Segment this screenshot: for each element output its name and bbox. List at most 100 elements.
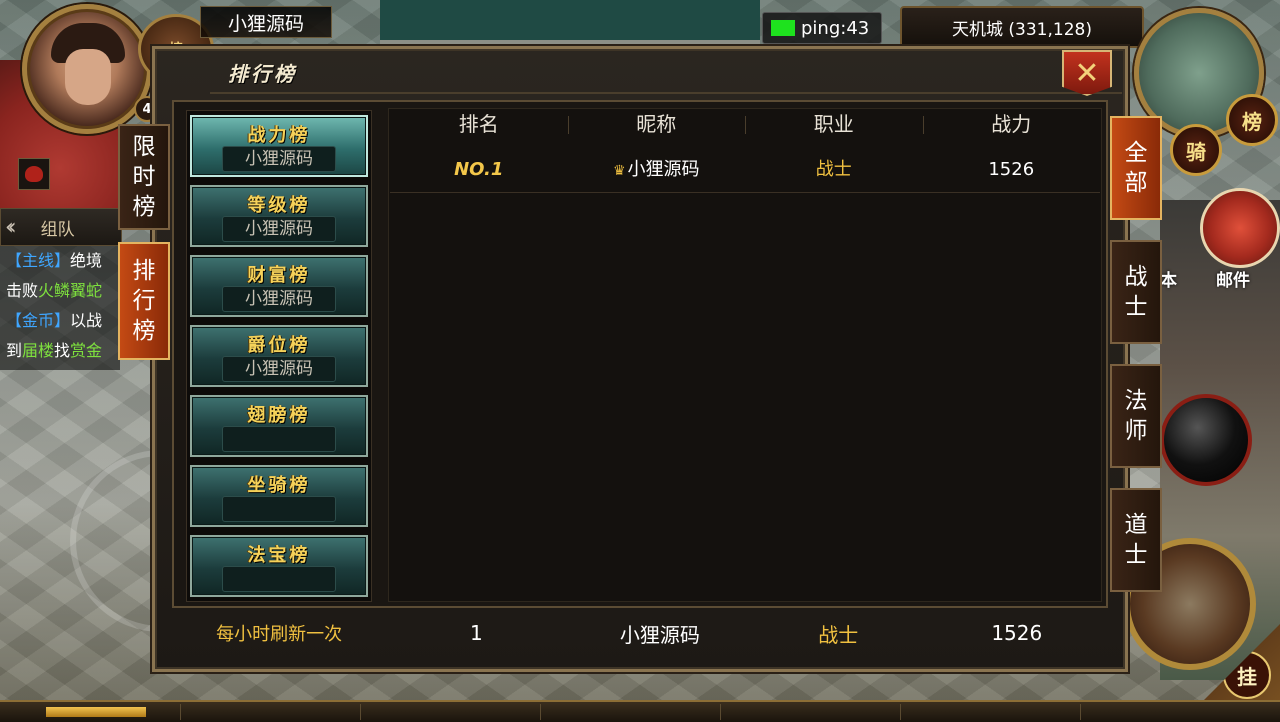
table-header: 排名 昵称 职业 战力 [390, 108, 1100, 140]
chat-line: 到届楼找赏金 [6, 336, 120, 366]
tab-class-warrior[interactable]: 战 士 [1110, 240, 1162, 344]
category-title: 战力榜 [247, 125, 311, 146]
bar-segment [180, 704, 181, 720]
team-label: 组队 [40, 219, 75, 240]
chat-tag: 【主线】 [6, 251, 71, 270]
tab-char: 法 [1124, 388, 1148, 414]
tab-char: 士 [1124, 294, 1148, 320]
mail-icon[interactable] [1200, 188, 1280, 268]
window-title: 排行榜 [228, 62, 297, 86]
my-rank: 1 [470, 621, 483, 645]
class-cell: 战士 [815, 159, 852, 180]
header-rank: 排名 [458, 112, 499, 136]
my-ranking-row: 每小时刷新一次 1 小狸源码 战士 1526 [176, 614, 1106, 652]
tab-char: 限 [132, 134, 156, 160]
tab-char: 排 [132, 258, 156, 284]
tab-class-taoist[interactable]: 道 士 [1110, 488, 1162, 592]
category-leader: 小狸源码 [222, 356, 336, 382]
chat-line: 【主线】绝境 [6, 246, 120, 276]
name-cell: ♛ 小狸源码 [568, 148, 746, 192]
ping-text: ping:43 [801, 17, 870, 39]
my-power: 1526 [991, 621, 1043, 645]
category-title: 翅膀榜 [247, 405, 311, 426]
category-treasure[interactable]: 法宝榜 [190, 535, 368, 597]
skill-orb-button[interactable] [1160, 394, 1252, 486]
bar-segment [360, 704, 361, 720]
bar-segment [540, 704, 541, 720]
instance-label: 本 [1160, 271, 1177, 291]
player-portrait[interactable] [22, 4, 152, 134]
water-pool [380, 0, 760, 44]
player-nickname: 小狸源码 [627, 159, 700, 180]
chat-line: 【金币】以战 [6, 306, 120, 336]
refresh-note: 每小时刷新一次 [216, 624, 343, 645]
category-title: 等级榜 [247, 195, 311, 216]
category-level[interactable]: 等级榜 小狸源码 [190, 185, 368, 247]
bar-segment [720, 704, 721, 720]
tab-ranking[interactable]: 排 行 榜 [118, 242, 170, 360]
my-name: 小狸源码 [619, 622, 700, 647]
tab-char: 战 [1124, 264, 1148, 290]
category-leader [222, 496, 336, 522]
tab-char: 榜 [132, 318, 156, 344]
bag-icon[interactable] [18, 158, 50, 190]
tab-char: 榜 [132, 194, 156, 220]
tab-char: 全 [1124, 140, 1148, 166]
chat-line: 击败火鳞翼蛇 [6, 276, 120, 306]
tab-char: 师 [1124, 418, 1148, 444]
tab-char: 时 [132, 164, 156, 190]
category-leader [222, 566, 336, 592]
category-wings[interactable]: 翅膀榜 [190, 395, 368, 457]
chat-highlight[interactable]: 赏金 [70, 341, 102, 360]
category-leader: 小狸源码 [222, 216, 336, 242]
rank-cell: NO.1 [454, 159, 504, 180]
bar-segment [900, 704, 901, 720]
header-class: 职业 [745, 108, 923, 140]
header-power: 战力 [922, 108, 1101, 140]
team-bar[interactable]: ‹‹ 组队 [0, 208, 122, 246]
category-title: 财富榜 [247, 265, 311, 286]
portrait-face [65, 49, 111, 105]
chat-text: 击败 [6, 281, 39, 300]
category-leader [222, 426, 336, 452]
chat-text: 到 [6, 341, 23, 360]
category-mount[interactable]: 坐骑榜 [190, 465, 368, 527]
experience-bar [0, 700, 1280, 722]
tab-limited-time-ranking[interactable]: 限 时 榜 [118, 124, 170, 230]
category-wealth[interactable]: 财富榜 小狸源码 [190, 255, 368, 317]
tab-char: 部 [1124, 170, 1148, 196]
chat-text: 以战 [70, 311, 103, 330]
tab-char: 行 [132, 288, 156, 314]
header-nickname: 昵称 [567, 108, 746, 140]
crown-icon: ♛ [612, 163, 626, 179]
ride-button[interactable]: 骑 [1170, 124, 1222, 176]
category-title: 法宝榜 [247, 545, 311, 566]
tab-class-mage[interactable]: 法 师 [1110, 364, 1162, 468]
chat-tag: 【金币】 [6, 311, 71, 330]
tab-char: 士 [1124, 542, 1148, 568]
category-title: 坐骑榜 [247, 475, 311, 496]
chat-panel[interactable]: 【主线】绝境 击败火鳞翼蛇 【金币】以战 到届楼找赏金 [0, 246, 120, 370]
category-nobility[interactable]: 爵位榜 小狸源码 [190, 325, 368, 387]
chat-text: 找 [54, 341, 71, 360]
bar-segment [1080, 704, 1081, 720]
chat-highlight[interactable]: 火鳞翼蛇 [38, 281, 102, 300]
power-cell: 1526 [988, 159, 1035, 180]
category-leader: 小狸源码 [222, 146, 336, 172]
mail-label: 邮件 [1216, 271, 1250, 291]
chat-text: 绝境 [70, 251, 103, 270]
signal-icon [771, 20, 795, 36]
potion-icon [25, 166, 43, 182]
category-combat-power[interactable]: 战力榜 小狸源码 [190, 115, 368, 177]
my-class: 战士 [818, 622, 859, 647]
tab-class-all[interactable]: 全 部 [1110, 116, 1162, 220]
close-icon[interactable]: ✕ [1062, 50, 1112, 96]
category-leader: 小狸源码 [222, 286, 336, 312]
category-title: 爵位榜 [247, 335, 311, 356]
chat-highlight[interactable]: 届楼 [22, 341, 54, 360]
double-chevron-left-icon[interactable]: ‹‹ [5, 215, 16, 240]
tab-char: 道 [1124, 512, 1148, 538]
ranking-shortcut-button[interactable]: 榜 [1226, 94, 1278, 146]
ping-indicator: ping:43 [762, 12, 882, 44]
table-row[interactable]: NO.1 ♛ 小狸源码 战士 1526 [390, 148, 1100, 193]
